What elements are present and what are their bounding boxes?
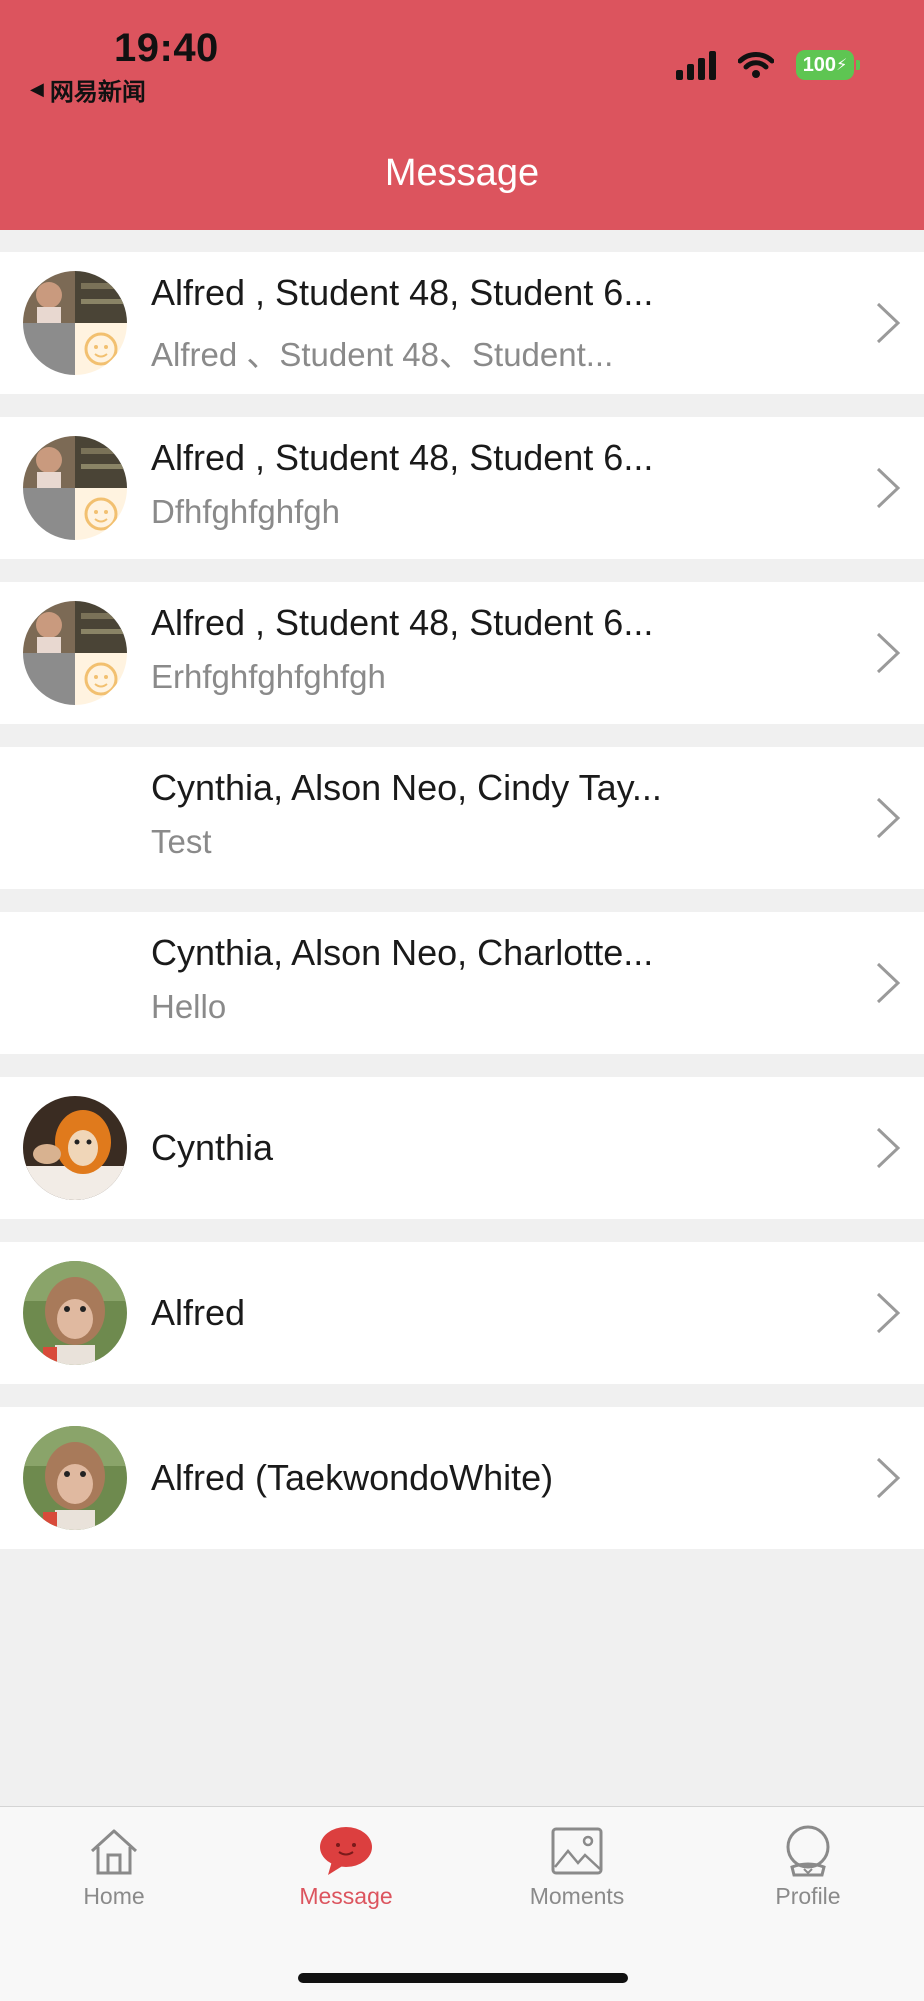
conversation-name: Alfred , Student 48, Student 6... [151,602,654,643]
group-avatar [23,601,127,705]
conversation-row[interactable]: Alfred , Student 48, Student 6... Erhfgh… [0,582,924,724]
conversation-row[interactable]: Alfred [0,1242,924,1384]
back-app-label: 网易新闻 [49,78,146,106]
conversation-row[interactable]: Alfred , Student 48, Student 6... Dfhfgh… [0,417,924,559]
orange-monkey-avatar [23,1096,127,1200]
tab-message[interactable]: Message [266,1825,426,1910]
conversation-name: Alfred , Student 48, Student 6... [151,437,654,478]
conversation-name: Cynthia, Alson Neo, Cindy Tay... [151,767,662,808]
conversation-preview: Test [151,823,212,860]
conversation-name: Alfred [151,1292,246,1333]
monkey-avatar [23,1426,127,1530]
chevron-right-icon [876,1457,901,1499]
chevron-right-icon [876,1127,901,1169]
group-avatar [23,271,127,375]
conversation-row[interactable]: Alfred , Student 48, Student 6... Alfred… [0,252,924,394]
chevron-right-icon [876,302,901,344]
app-header: 19:40 ◀ 网易新闻 100 ⚡ Message [0,0,924,230]
conversation-preview: Hello [151,988,227,1025]
house-icon [90,1829,138,1875]
chat-bubble-icon [320,1827,372,1875]
conversation-list: Alfred , Student 48, Student 6... Alfred… [0,252,924,1572]
tab-moments[interactable]: Moments [497,1825,657,1910]
picture-icon [551,1827,603,1875]
conversation-name: Cynthia, Alson Neo, Charlotte... [151,932,654,973]
page-title: Message [384,152,540,194]
conversation-name: Cynthia [151,1127,274,1168]
chevron-right-icon [876,467,901,509]
conversation-preview: Dfhfghfghfgh [151,493,340,530]
wifi-icon [738,52,774,78]
tab-moments-label: Moments [529,1883,625,1909]
monkey-avatar [23,1261,127,1365]
person-icon [786,1825,830,1877]
conversation-preview: Erhfghfghfghfgh [151,658,386,695]
chevron-right-icon [876,797,901,839]
status-time: 19:40 [114,26,219,70]
chevron-right-icon [876,1292,901,1334]
chevron-right-icon [876,962,901,1004]
back-triangle-icon: ◀ [30,79,44,100]
conversation-preview: Alfred 、Student 48、Student... [151,336,614,373]
home-indicator[interactable] [298,1973,628,1983]
tab-home[interactable]: Home [34,1825,194,1910]
tab-profile[interactable]: Profile [728,1825,888,1910]
tab-profile-label: Profile [775,1883,841,1909]
back-to-app-link[interactable]: ◀ 网易新闻 [30,72,146,107]
battery-icon: 100 ⚡ [796,50,860,80]
conversation-row[interactable]: Alfred (TaekwondoWhite) [0,1407,924,1549]
status-indicators: 100 ⚡ [676,50,860,80]
chevron-right-icon [876,632,901,674]
conversation-name: Alfred (TaekwondoWhite) [151,1457,554,1498]
bottom-tab-bar: Home Message Moments Profile [0,1806,924,2001]
conversation-row[interactable]: Cynthia [0,1077,924,1219]
battery-level: 100 [802,53,837,76]
conversation-row[interactable]: Cynthia, Alson Neo, Charlotte... Hello [0,912,924,1054]
tab-message-label: Message [299,1883,393,1909]
tab-home-label: Home [83,1883,145,1909]
cellular-signal-icon [676,50,716,80]
group-avatar [23,436,127,540]
conversation-name: Alfred , Student 48, Student 6... [151,272,654,313]
conversation-row[interactable]: Cynthia, Alson Neo, Cindy Tay... Test [0,747,924,889]
